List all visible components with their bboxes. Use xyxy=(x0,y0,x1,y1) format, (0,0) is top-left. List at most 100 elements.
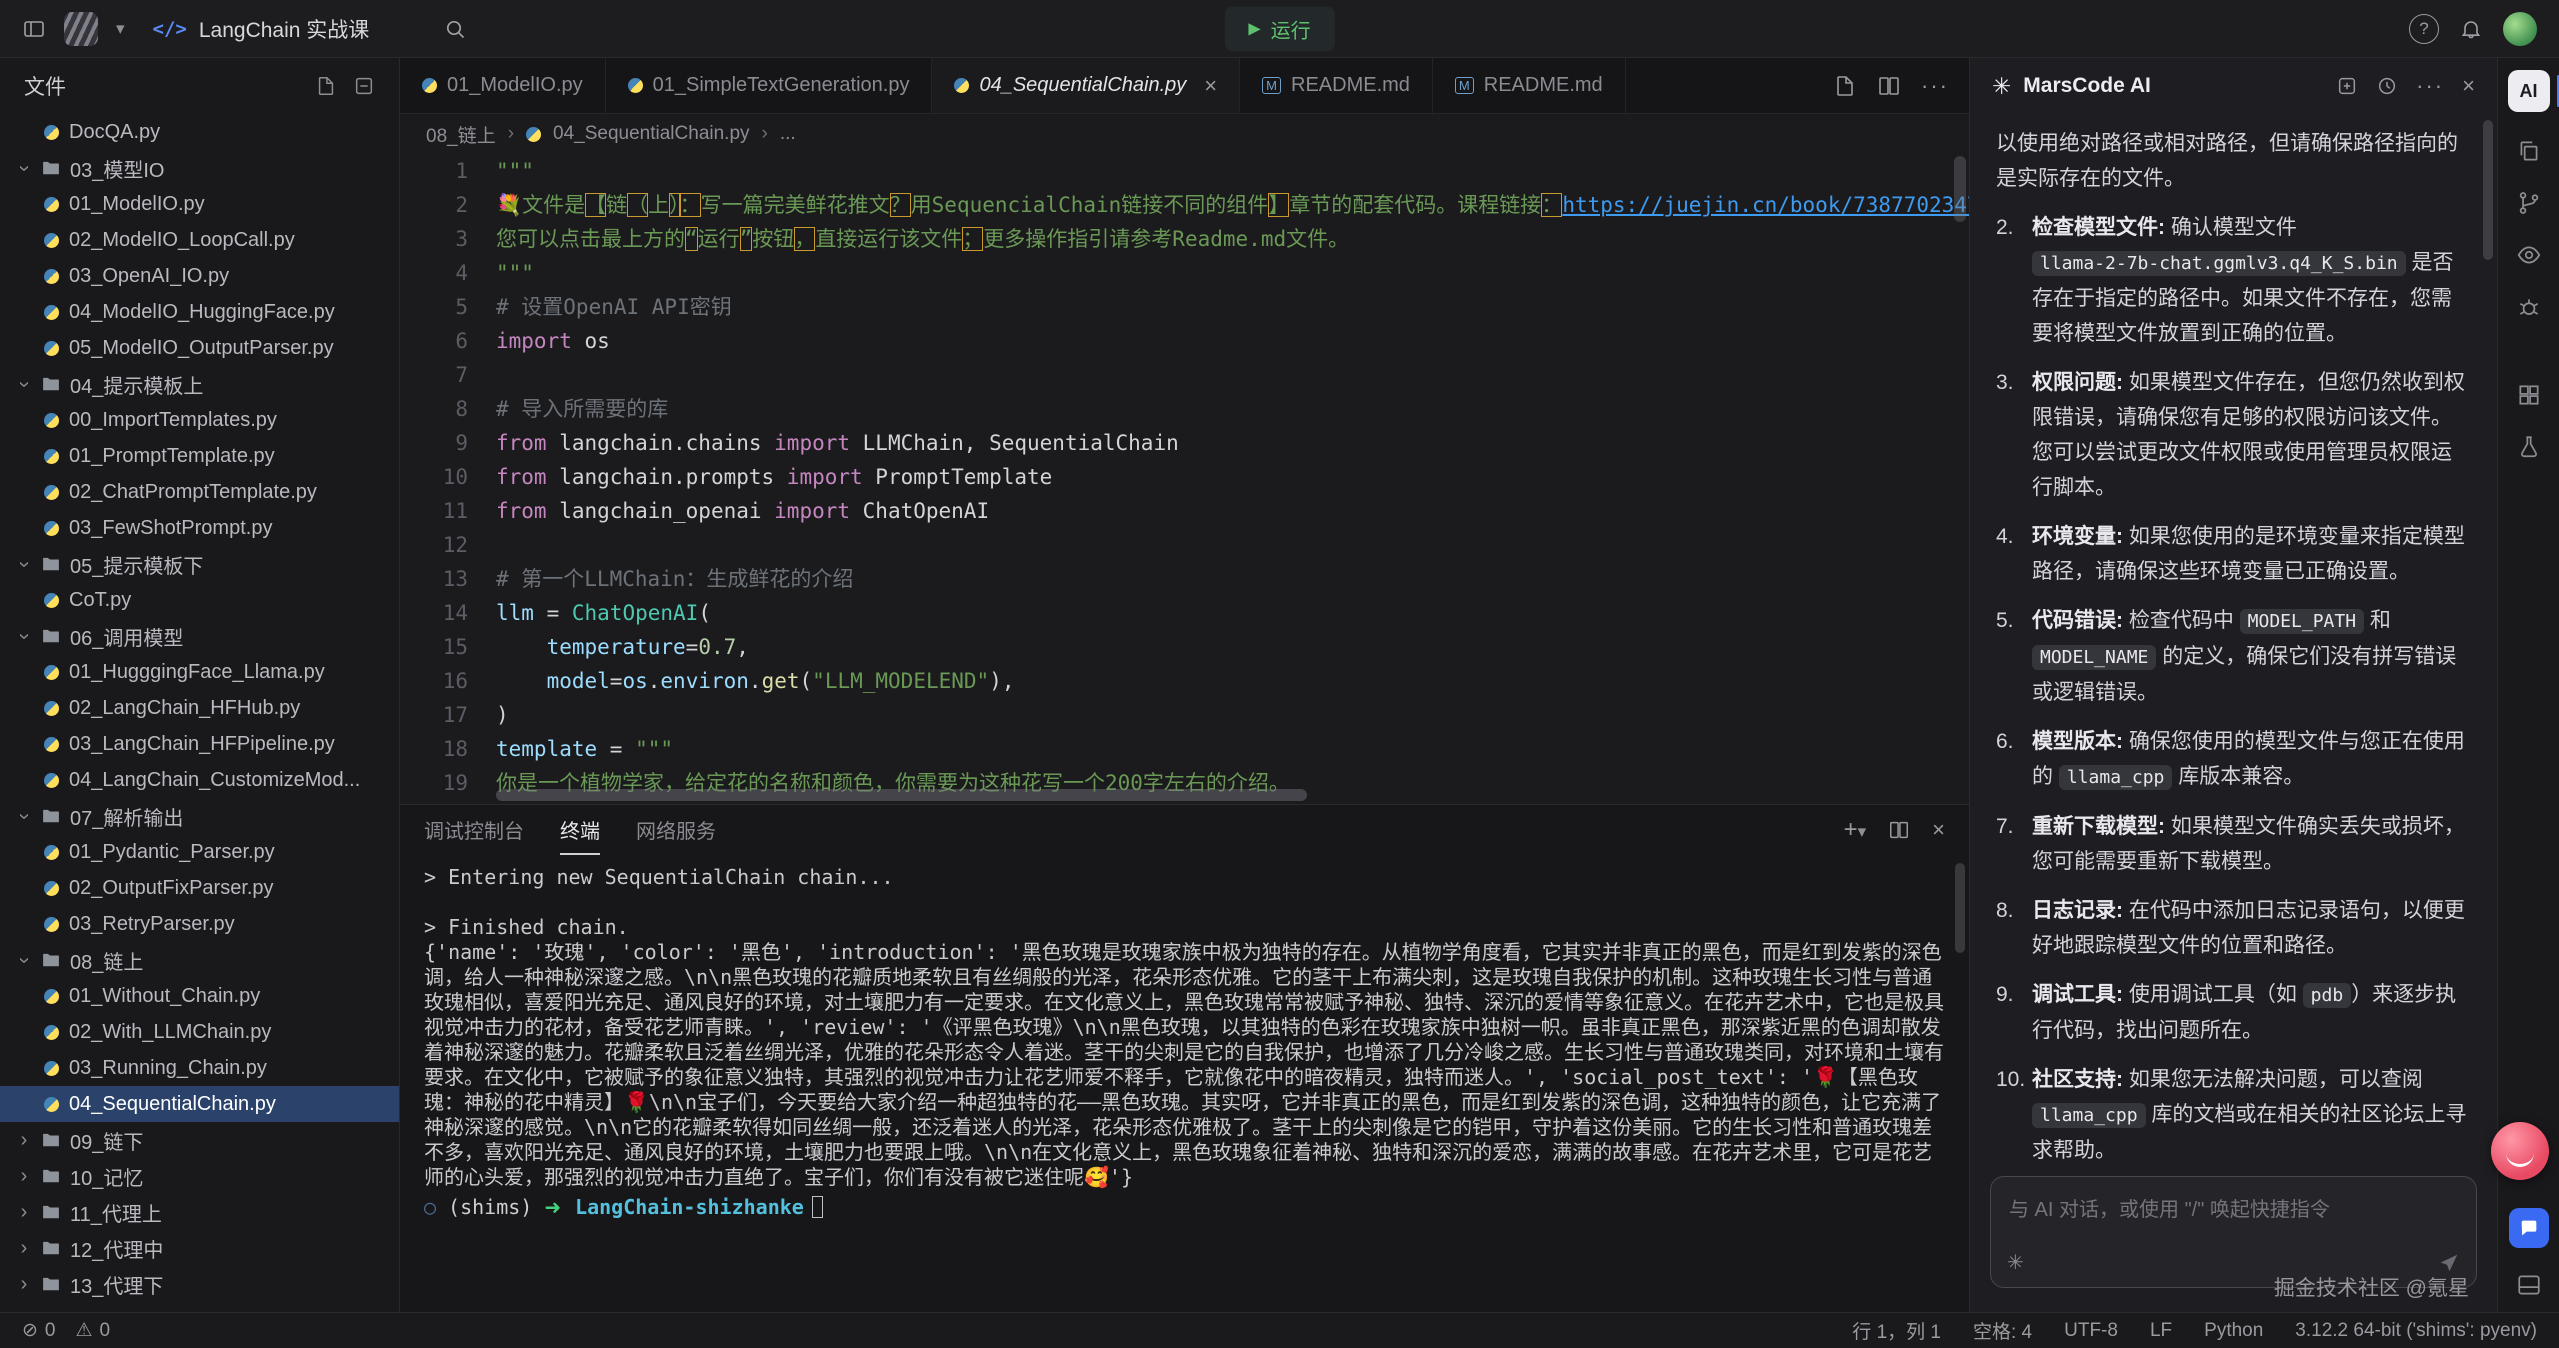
ai-assistant-avatar[interactable] xyxy=(2491,1122,2549,1180)
status-eol[interactable]: LF xyxy=(2150,1317,2172,1344)
editor-tab[interactable]: MREADME.md xyxy=(1240,58,1433,113)
tree-folder-item[interactable]: ›07_解析输出 xyxy=(0,798,399,834)
new-conversation-icon[interactable] xyxy=(2336,75,2358,97)
git-branch-icon[interactable] xyxy=(2516,190,2542,216)
tree-folder-item[interactable]: ›09_链下 xyxy=(0,1122,399,1158)
tree-file-item[interactable]: 04_SequentialChain.py xyxy=(0,1086,399,1122)
tree-folder-item[interactable]: ›10_记忆 xyxy=(0,1158,399,1194)
ai-item-text: 检查模型文件: 确认模型文件 llama-2-7b-chat.ggmlv3.q4… xyxy=(2032,210,2471,351)
tree-file-item[interactable]: 04_LangChain_CustomizeMod... xyxy=(0,762,399,798)
tree-file-item[interactable]: 03_RetryParser.py xyxy=(0,906,399,942)
split-editor-icon[interactable] xyxy=(1877,74,1901,98)
preview-eye-icon[interactable] xyxy=(2516,242,2542,268)
horizontal-scrollbar[interactable] xyxy=(496,789,1945,801)
help-icon[interactable]: ? xyxy=(2409,14,2439,44)
more-actions-icon[interactable]: ··· xyxy=(1921,73,1949,99)
line-number: 7 xyxy=(400,358,496,392)
breadcrumb-item[interactable]: ... xyxy=(780,123,796,145)
panel-tab[interactable]: 终端 xyxy=(560,805,600,855)
tree-file-item[interactable]: 05_ModelIO_OutputParser.py xyxy=(0,330,399,366)
more-options-icon[interactable]: ··· xyxy=(2416,73,2444,99)
close-icon[interactable]: × xyxy=(1204,73,1217,99)
tree-file-item[interactable]: 03_LangChain_HFPipeline.py xyxy=(0,726,399,762)
ai-list-item: 6.模型版本: 确保您使用的模型文件与您正在使用的 llama_cpp 库版本兼… xyxy=(1996,724,2471,795)
breadcrumb-item[interactable]: 08_链上 xyxy=(426,121,496,148)
tree-file-item[interactable]: CoT.py xyxy=(0,582,399,618)
ai-item-label: 代码错误: xyxy=(2032,609,2129,632)
tree-file-item[interactable]: 02_ModelIO_LoopCall.py xyxy=(0,222,399,258)
copy-files-icon[interactable] xyxy=(2516,138,2542,164)
tree-file-item[interactable]: 02_OutputFixParser.py xyxy=(0,870,399,906)
tree-folder-item[interactable]: ›03_模型IO xyxy=(0,150,399,186)
warnings-indicator[interactable]: ⚠0 xyxy=(76,1319,111,1342)
marscode-input-icon[interactable]: ✳ xyxy=(2007,1250,2024,1275)
collapse-all-icon[interactable] xyxy=(353,75,375,97)
split-terminal-icon[interactable] xyxy=(1888,819,1910,841)
code-editor[interactable]: 1"""2💐文件是【链（上）：写一篇完美鲜花推文？用SequencialChai… xyxy=(400,154,1969,804)
tree-file-item[interactable]: 02_LangChain_HFHub.py xyxy=(0,690,399,726)
tree-folder-item[interactable]: ›06_调用模型 xyxy=(0,618,399,654)
tree-file-item[interactable]: 03_OpenAI_IO.py xyxy=(0,258,399,294)
marscode-ai-badge[interactable]: AI xyxy=(2508,70,2550,112)
bell-icon[interactable] xyxy=(2459,17,2483,41)
tree-file-item[interactable]: 01_Without_Chain.py xyxy=(0,978,399,1014)
tree-file-item[interactable]: 01_Pydantic_Parser.py xyxy=(0,834,399,870)
project-icon: </> xyxy=(153,18,187,40)
vertical-scrollbar[interactable] xyxy=(1954,156,1966,804)
history-icon[interactable] xyxy=(2376,75,2398,97)
breadcrumb-item[interactable]: 04_SequentialChain.py xyxy=(553,123,750,145)
sidebar-toggle-icon[interactable] xyxy=(22,17,46,41)
warning-icon: ⚠ xyxy=(76,1319,93,1342)
tree-file-item[interactable]: 00_ImportTemplates.py xyxy=(0,402,399,438)
layout-panel-icon[interactable] xyxy=(2516,1272,2542,1298)
terminal-prompt[interactable]: ○(shims) ➜ LangChain-shizhanke xyxy=(424,1195,1945,1220)
chevron-down-icon[interactable]: ▾ xyxy=(116,19,125,39)
tree-folder-item[interactable]: ›04_提示模板上 xyxy=(0,366,399,402)
close-panel-icon[interactable]: × xyxy=(1932,817,1945,843)
project-switcher[interactable]: </> LangChain 实战课 xyxy=(153,14,370,44)
tree-folder-item[interactable]: ›11_代理上 xyxy=(0,1194,399,1230)
terminal-output[interactable]: > Entering new SequentialChain chain... … xyxy=(400,855,1969,1312)
status-encoding[interactable]: UTF-8 xyxy=(2064,1317,2118,1344)
errors-indicator[interactable]: ⊘0 xyxy=(22,1319,56,1342)
tree-file-item[interactable]: DocQA.py xyxy=(0,114,399,150)
tree-file-item[interactable]: 04_ModelIO_HuggingFace.py xyxy=(0,294,399,330)
tree-file-item[interactable]: 03_FewShotPrompt.py xyxy=(0,510,399,546)
chat-assistant-icon[interactable] xyxy=(2509,1208,2549,1248)
tree-file-item[interactable]: 01_ModelIO.py xyxy=(0,186,399,222)
tree-file-item[interactable]: 01_HugggingFace_Llama.py xyxy=(0,654,399,690)
user-avatar[interactable] xyxy=(2503,12,2537,46)
editor-tab[interactable]: 04_SequentialChain.py× xyxy=(932,58,1240,113)
app-logo[interactable] xyxy=(64,12,98,46)
terminal-scrollbar[interactable] xyxy=(1955,863,1965,953)
tree-folder-item[interactable]: ›12_代理中 xyxy=(0,1230,399,1266)
status-python-interpreter[interactable]: 3.12.2 64-bit ('shims': pyenv) xyxy=(2295,1317,2537,1344)
tree-folder-item[interactable]: ›13_代理下 xyxy=(0,1266,399,1302)
terminal-output-line: > Finished chain. xyxy=(424,915,1945,940)
new-terminal-icon[interactable]: +▾ xyxy=(1844,816,1867,844)
tree-file-item[interactable]: 01_PromptTemplate.py xyxy=(0,438,399,474)
new-file-icon[interactable] xyxy=(315,75,337,97)
status-indentation[interactable]: 空格: 4 xyxy=(1973,1317,2032,1344)
panel-tab[interactable]: 网络服务 xyxy=(636,805,716,855)
ai-panel-scrollbar[interactable] xyxy=(2483,120,2493,260)
status-cursor-position[interactable]: 行 1，列 1 xyxy=(1852,1317,1941,1344)
editor-tab[interactable]: 01_SimpleTextGeneration.py xyxy=(606,58,933,113)
status-language-mode[interactable]: Python xyxy=(2204,1317,2263,1344)
extensions-grid-icon[interactable] xyxy=(2516,382,2542,408)
tree-file-item[interactable]: 03_Running_Chain.py xyxy=(0,1050,399,1086)
run-button[interactable]: ▶ 运行 xyxy=(1224,6,1334,51)
tree-folder-item[interactable]: ›08_链上 xyxy=(0,942,399,978)
debug-icon[interactable] xyxy=(2516,294,2542,320)
tree-file-item[interactable]: 02_With_LLMChain.py xyxy=(0,1014,399,1050)
panel-tab[interactable]: 调试控制台 xyxy=(424,805,524,855)
tree-file-item[interactable]: 02_ChatPromptTemplate.py xyxy=(0,474,399,510)
run-file-icon[interactable] xyxy=(1833,74,1857,98)
test-beaker-icon[interactable] xyxy=(2516,434,2542,460)
search-icon[interactable] xyxy=(443,17,467,41)
tree-folder-item[interactable]: ›05_提示模板下 xyxy=(0,546,399,582)
editor-tab[interactable]: MREADME.md xyxy=(1433,58,1626,113)
close-ai-panel-icon[interactable]: × xyxy=(2462,73,2475,99)
send-icon[interactable] xyxy=(2438,1252,2460,1274)
editor-tab[interactable]: 01_ModelIO.py xyxy=(400,58,606,113)
